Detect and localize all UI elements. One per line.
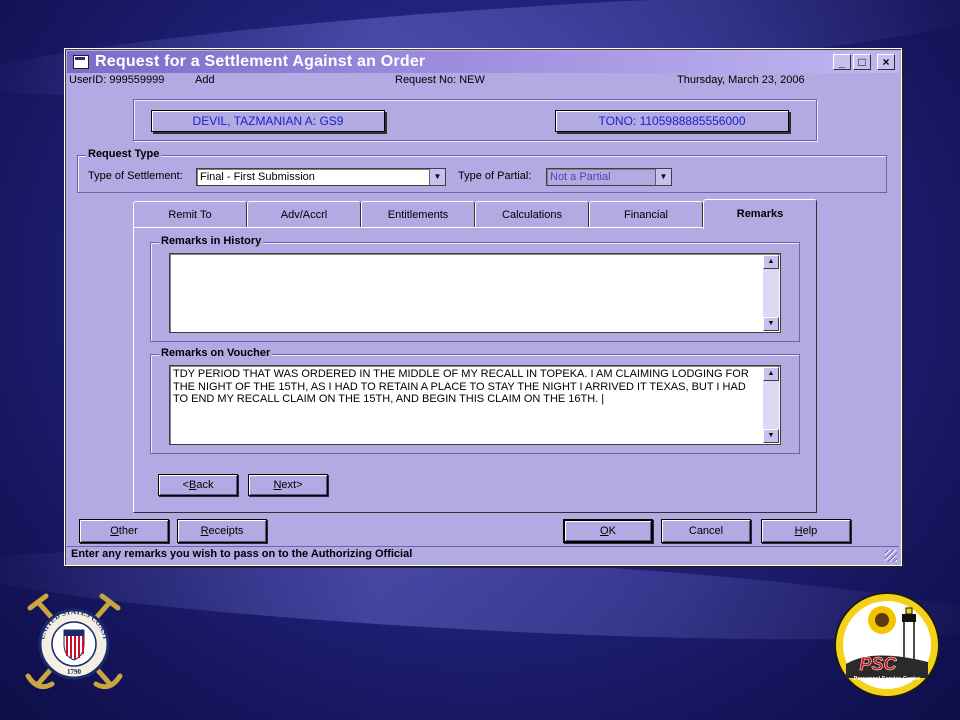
tab-remarks[interactable]: Remarks [703, 199, 817, 229]
tab-entitlements[interactable]: Entitlements [361, 201, 475, 227]
tono-button[interactable]: TONO: 1105988885556000 [555, 110, 789, 132]
receipts-button[interactable]: Receipts [177, 519, 267, 543]
mode-label: Add [195, 74, 215, 86]
settlement-request-window: Request for a Settlement Against an Orde… [64, 48, 902, 566]
other-key: O [110, 525, 119, 537]
coast-guard-seal-logo: UNITED STATES COAST GUARD 1790 [22, 592, 123, 690]
next-button[interactable]: Next> [248, 474, 328, 496]
remarks-voucher-legend: Remarks on Voucher [159, 347, 273, 359]
psc-logo-text: PSC [859, 654, 897, 674]
sunflower-icon [868, 606, 896, 634]
help-key: H [794, 525, 803, 537]
close-button[interactable]: × [877, 54, 895, 70]
next-rest: ext> [281, 479, 303, 491]
remarks-history-scrollbar[interactable]: ▲ ▼ [763, 255, 779, 331]
title-bar[interactable]: Request for a Settlement Against an Orde… [67, 51, 899, 73]
scroll-down-icon[interactable]: ▼ [763, 317, 779, 331]
remarks-tab-panel: Remarks in History ▲ ▼ Remarks on Vouche… [133, 227, 817, 513]
remarks-history-group: Remarks in History ▲ ▼ [150, 235, 800, 342]
remarks-history-textarea[interactable]: ▲ ▼ [169, 253, 781, 333]
window-title: Request for a Settlement Against an Orde… [95, 53, 426, 70]
chevron-down-icon[interactable]: ▼ [429, 169, 445, 185]
chevron-down-icon[interactable]: ▼ [655, 169, 671, 185]
ok-key: O [600, 525, 609, 537]
member-panel: DEVIL, TAZMANIAN A: GS9 TONO: 1105988885… [133, 99, 817, 141]
status-text: Enter any remarks you wish to pass on to… [71, 548, 413, 560]
back-button[interactable]: <Back [158, 474, 238, 496]
remarks-voucher-textarea[interactable]: TDY PERIOD THAT WAS ORDERED IN THE MIDDL… [169, 365, 781, 445]
request-type-group: Request Type Type of Settlement: Final -… [77, 148, 887, 193]
user-id: UserID: 999559999 [69, 74, 165, 86]
coast-guard-year: 1790 [67, 668, 82, 676]
scroll-down-icon[interactable]: ▼ [763, 429, 779, 443]
app-window-icon [73, 55, 89, 69]
help-button[interactable]: Help [761, 519, 851, 543]
remarks-voucher-group: Remarks on Voucher TDY PERIOD THAT WAS O… [150, 347, 800, 454]
help-rest: elp [802, 525, 818, 537]
other-button[interactable]: Other [79, 519, 169, 543]
psc-topeka-logo: PSC Personnel Service Center TOPEKA [834, 592, 940, 698]
current-date: Thursday, March 23, 2006 [677, 74, 805, 86]
resize-grip-icon[interactable] [885, 550, 897, 562]
settlement-type-value: Final - First Submission [200, 171, 315, 183]
maximize-button[interactable]: □ [853, 54, 871, 70]
tab-calculations[interactable]: Calculations [475, 201, 589, 227]
remarks-history-legend: Remarks in History [159, 235, 264, 247]
tab-financial[interactable]: Financial [589, 201, 703, 227]
settlement-type-select[interactable]: Final - First Submission ▼ [196, 168, 446, 186]
remarks-voucher-text: TDY PERIOD THAT WAS ORDERED IN THE MIDDL… [173, 368, 749, 405]
scroll-up-icon[interactable]: ▲ [763, 255, 779, 269]
minimize-button[interactable]: _ [833, 54, 851, 70]
request-type-legend: Request Type [86, 148, 162, 160]
partial-type-value: Not a Partial [550, 171, 611, 183]
request-number: Request No: NEW [395, 74, 485, 86]
psc-logo-city: TOPEKA [875, 684, 901, 690]
settlement-type-label: Type of Settlement: [88, 170, 183, 182]
lighthouse-icon [902, 607, 916, 665]
other-rest: ther [118, 525, 138, 537]
cancel-button[interactable]: Cancel [661, 519, 751, 543]
tab-remit-to[interactable]: Remit To [133, 201, 247, 227]
member-name-button[interactable]: DEVIL, TAZMANIAN A: GS9 [151, 110, 385, 132]
psc-logo-subtitle: Personnel Service Center [854, 676, 922, 682]
remarks-voucher-scrollbar[interactable]: ▲ ▼ [763, 367, 779, 443]
ok-button[interactable]: OK [563, 519, 653, 543]
info-bar: UserID: 999559999 Add Request No: NEW Th… [67, 73, 899, 89]
receipts-key: R [200, 525, 209, 537]
partial-type-select[interactable]: Not a Partial ▼ [546, 168, 672, 186]
back-rest: ack [196, 479, 214, 491]
partial-type-label: Type of Partial: [458, 170, 532, 182]
status-bar: Enter any remarks you wish to pass on to… [67, 546, 899, 563]
scroll-up-icon[interactable]: ▲ [763, 367, 779, 381]
tab-adv-accrl[interactable]: Adv/Accrl [247, 201, 361, 227]
receipts-rest: eceipts [208, 525, 244, 537]
ok-rest: K [608, 525, 616, 537]
